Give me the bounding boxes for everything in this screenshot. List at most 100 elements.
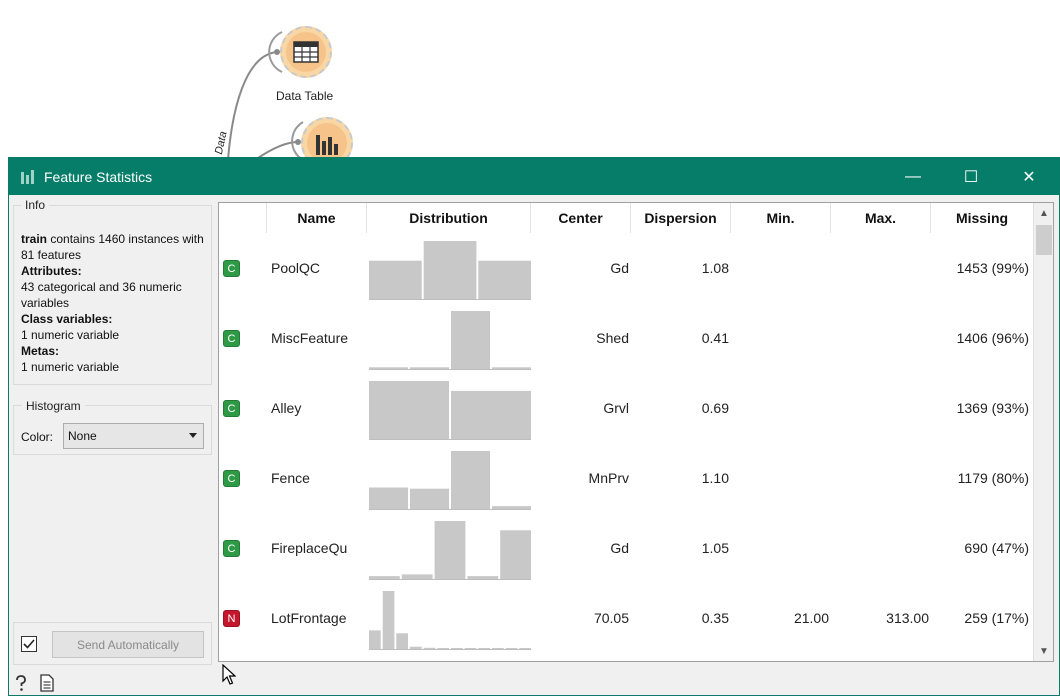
attributes-value: 43 categorical and 36 numeric variables — [21, 280, 182, 310]
dispersion-value: 0.41 — [701, 330, 729, 346]
table-header: Name Distribution Center Dispersion Min.… — [219, 203, 1033, 233]
dispersion-value: 0.69 — [701, 400, 729, 416]
distribution-histogram — [369, 451, 531, 510]
control-area: train contains 1460 instances with 81 fe… — [13, 198, 212, 668]
histogram-bar — [451, 451, 490, 509]
variable-name: Alley — [271, 400, 302, 416]
column-header-dispersion[interactable]: Dispersion — [631, 203, 731, 233]
histogram-bar — [396, 633, 408, 649]
histogram-bar — [410, 367, 449, 369]
dataset-name: train — [21, 232, 48, 246]
categorical-variable-icon: C — [223, 470, 240, 487]
histogram-bar — [410, 646, 422, 649]
mouse-cursor-icon — [222, 664, 236, 685]
table-row[interactable]: C Alley Grvl 0.69 1369 (93%) — [219, 373, 1033, 443]
chevron-down-icon — [189, 433, 197, 438]
histogram-bar — [492, 648, 504, 649]
close-icon: ✕ — [1022, 168, 1036, 186]
histogram-bar — [492, 367, 531, 369]
table-icon — [286, 32, 326, 72]
table-row[interactable]: C Fence MnPrv 1.10 1179 (80%) — [219, 443, 1033, 513]
variable-name: FireplaceQu — [271, 540, 348, 556]
class-variables-label: Class variables: — [21, 312, 113, 326]
dispersion-value: 1.08 — [701, 260, 729, 276]
info-box: train contains 1460 instances with 81 fe… — [13, 205, 212, 385]
histogram-bar — [410, 488, 449, 509]
missing-value: 1369 (93%) — [956, 400, 1029, 416]
distribution-histogram — [369, 311, 531, 370]
class-variables-value: 1 numeric variable — [21, 328, 120, 342]
window-title: Feature Statistics — [44, 169, 153, 185]
column-header-name[interactable]: Name — [267, 203, 367, 233]
table-row[interactable]: N LotFrontage 70.05 0.35 21.00 313.00 259 (17%… — [219, 583, 1033, 653]
distribution-histogram — [369, 521, 531, 580]
workflow-links — [227, 31, 304, 160]
column-header-type[interactable] — [219, 203, 267, 233]
histogram-bar — [492, 506, 531, 509]
minimize-icon: — — [905, 167, 921, 185]
categorical-variable-icon: C — [223, 260, 240, 277]
histogram-bar — [401, 574, 433, 579]
variable-name: MiscFeature — [271, 330, 349, 346]
histogram-bar — [478, 260, 531, 299]
metas-label: Metas: — [21, 344, 60, 358]
histogram-bar — [437, 648, 449, 649]
send-box: Send Automatically — [13, 622, 212, 665]
checkmark-icon — [23, 639, 35, 649]
center-value: 70.05 — [593, 610, 629, 626]
variable-name: PoolQC — [271, 260, 321, 276]
center-value: Shed — [596, 330, 629, 346]
histogram-bar — [451, 390, 531, 439]
vertical-scrollbar[interactable]: ▲ ▼ — [1033, 203, 1053, 661]
histogram-bar — [464, 648, 477, 649]
send-automatically-button[interactable]: Send Automatically — [52, 631, 204, 658]
histogram-bar — [434, 521, 466, 579]
distribution-histogram — [369, 591, 531, 650]
missing-value: 1179 (80%) — [957, 470, 1029, 486]
max-value: 313.00 — [886, 610, 929, 626]
table-row[interactable]: C MiscFeature Shed 0.41 1406 (96%) — [219, 303, 1033, 373]
app-icon — [21, 170, 34, 184]
column-header-max[interactable]: Max. — [831, 203, 931, 233]
help-icon[interactable] — [13, 674, 29, 692]
distribution-histogram — [369, 241, 531, 300]
histogram-bar — [369, 260, 422, 299]
minimize-button[interactable]: — — [884, 158, 942, 195]
histogram-bar — [519, 648, 531, 649]
scrollbar-thumb[interactable] — [1036, 225, 1052, 255]
histogram-bar — [369, 576, 400, 579]
column-header-missing[interactable]: Missing — [931, 203, 1033, 233]
categorical-variable-icon: C — [223, 330, 240, 347]
column-header-min[interactable]: Min. — [731, 203, 831, 233]
column-header-center[interactable]: Center — [531, 203, 631, 233]
maximize-button[interactable]: ☐ — [942, 158, 1000, 195]
report-icon[interactable] — [40, 674, 54, 692]
send-automatically-checkbox[interactable] — [21, 636, 37, 652]
color-select-value: None — [68, 429, 97, 443]
histogram-bar — [369, 367, 408, 369]
scroll-up-icon[interactable]: ▲ — [1034, 203, 1053, 223]
missing-value: 1406 (96%) — [956, 330, 1029, 346]
dataset-summary: contains 1460 instances with 81 features — [21, 232, 204, 262]
table-row[interactable]: C PoolQC Gd 1.08 1453 (99%) — [219, 233, 1033, 303]
feature-table[interactable]: Name Distribution Center Dispersion Min.… — [218, 202, 1054, 662]
missing-value: 259 (17%) — [964, 610, 1029, 626]
title-bar[interactable]: Feature Statistics — ☐ ✕ — [9, 158, 1059, 195]
color-select[interactable]: None — [63, 423, 204, 449]
histogram-bar — [500, 530, 531, 579]
status-bar — [9, 669, 1059, 695]
histogram-bar — [451, 311, 490, 369]
column-header-distribution[interactable]: Distribution — [367, 203, 531, 233]
missing-value: 690 (47%) — [964, 540, 1029, 556]
node-label-data-table: Data Table — [276, 89, 334, 103]
table-row[interactable]: C FireplaceQu Gd 1.05 690 (47%) — [219, 513, 1033, 583]
min-value: 21.00 — [793, 610, 829, 626]
close-button[interactable]: ✕ — [1000, 158, 1058, 195]
categorical-variable-icon: C — [223, 400, 240, 417]
maximize-icon: ☐ — [963, 168, 979, 186]
scroll-down-icon[interactable]: ▼ — [1034, 641, 1053, 661]
histogram-bar — [505, 648, 518, 649]
histogram-bar — [478, 648, 490, 649]
center-value: Gd — [610, 540, 629, 556]
center-value: Gd — [610, 260, 629, 276]
